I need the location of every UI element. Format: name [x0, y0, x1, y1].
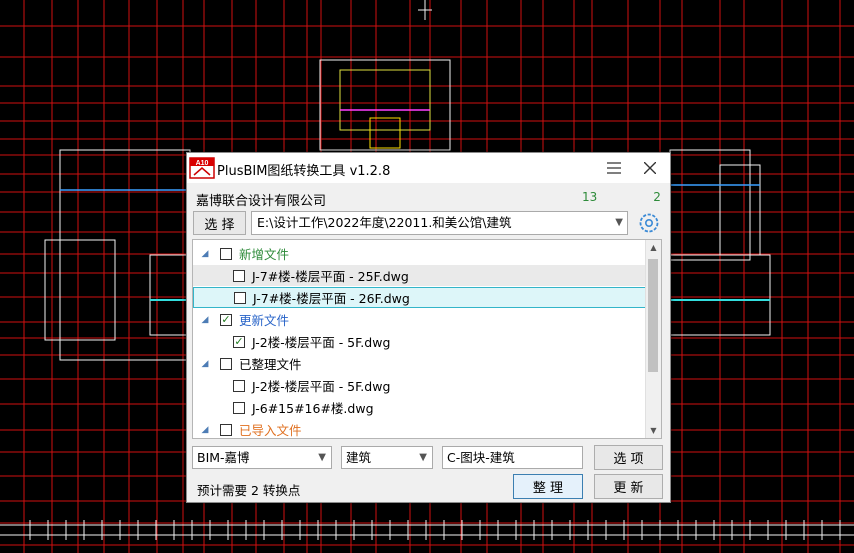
path-dropdown[interactable]: E:\设计工作\2022年度\22011.和美公馆\建筑 ▼ — [251, 211, 628, 235]
status-text: 预计需要 2 转换点 — [197, 483, 301, 498]
window-title: PlusBIM图纸转换工具 v1.2.8 — [217, 164, 391, 179]
tree-group-row[interactable]: ◢ 新增文件 — [193, 243, 647, 264]
group-label: 已整理文件 — [239, 357, 302, 372]
path-value: E:\设计工作\2022年度\22011.和美公馆\建筑 — [257, 215, 512, 230]
phone-number: 13 2 — [582, 190, 661, 204]
file-label: J-2楼-楼层平面 - 5F.dwg — [252, 379, 391, 394]
close-icon[interactable] — [637, 156, 663, 180]
project-combo-value: BIM-嘉博 — [197, 450, 250, 465]
tree-file-row[interactable]: J-6#15#16#楼.dwg — [193, 397, 647, 418]
group-label: 新增文件 — [239, 247, 290, 262]
select-folder-button[interactable]: 选 择 — [193, 211, 246, 235]
group-checkbox[interactable]: ✓ — [220, 313, 232, 326]
tree-scrollbar[interactable]: ▲ ▼ — [645, 240, 661, 438]
tree-file-row[interactable]: J-2楼-楼层平面 - 5F.dwg — [193, 375, 647, 396]
file-checkbox[interactable] — [233, 269, 245, 282]
cad-wall — [719, 164, 761, 256]
cad-elevator — [369, 117, 401, 149]
options-button[interactable]: 选 项 — [594, 445, 663, 470]
group-checkbox[interactable] — [220, 423, 232, 436]
update-button[interactable]: 更 新 — [594, 474, 663, 499]
file-label: J-7#楼-楼层平面 - 26F.dwg — [253, 291, 410, 306]
cad-wall — [149, 254, 191, 336]
scroll-thumb[interactable] — [648, 259, 658, 372]
file-checkbox[interactable] — [234, 291, 246, 304]
project-combo[interactable]: BIM-嘉博 ▼ — [192, 446, 332, 469]
file-label: J-2楼-楼层平面 - 5F.dwg — [252, 335, 391, 350]
tree-file-row[interactable]: J-7#楼-楼层平面 - 26F.dwg — [193, 287, 647, 308]
organize-button[interactable]: 整 理 — [513, 474, 583, 499]
chevron-down-icon: ▼ — [419, 452, 427, 463]
hamburger-icon[interactable] — [601, 156, 627, 180]
discipline-combo[interactable]: 建筑 ▼ — [341, 446, 433, 469]
gear-icon[interactable] — [638, 212, 660, 234]
company-name: 嘉博联合设计有限公司 — [196, 194, 327, 209]
file-checkbox[interactable] — [233, 401, 245, 414]
tree-group-row[interactable]: ◢ 已整理文件 — [193, 353, 647, 374]
discipline-combo-value: 建筑 — [346, 450, 372, 465]
expand-triangle-icon[interactable]: ◢ — [199, 315, 211, 325]
block-name-field[interactable]: C-图块-建筑 — [442, 446, 583, 469]
file-checkbox[interactable]: ✓ — [233, 335, 245, 348]
file-label: J-7#楼-楼层平面 - 25F.dwg — [252, 269, 409, 284]
file-checkbox[interactable] — [233, 379, 245, 392]
expand-triangle-icon[interactable]: ◢ — [199, 249, 211, 259]
group-checkbox[interactable] — [220, 357, 232, 370]
tree-group-row[interactable]: ◢ ✓ 更新文件 — [193, 309, 647, 330]
cad-wall — [659, 254, 771, 336]
expand-triangle-icon[interactable]: ◢ — [199, 425, 211, 435]
tree-file-row[interactable]: ✓ J-2楼-楼层平面 - 5F.dwg — [193, 331, 647, 352]
group-label: 已导入文件 — [239, 423, 302, 438]
file-label: J-6#15#16#楼.dwg — [252, 401, 374, 416]
file-tree[interactable]: ◢ 新增文件 J-7#楼-楼层平面 - 25F.dwg J-7#楼-楼层平面 - 26… — [192, 239, 662, 439]
title-bar[interactable]: A10 PlusBIM图纸转换工具 v1.2.8 — [187, 153, 670, 183]
tree-group-row[interactable]: ◢ 已导入文件 — [193, 419, 647, 438]
group-checkbox[interactable] — [220, 247, 232, 260]
group-label: 更新文件 — [239, 313, 290, 328]
chevron-down-icon: ▼ — [615, 217, 623, 228]
chevron-down-icon: ▼ — [318, 452, 326, 463]
plusbim-dialog: A10 PlusBIM图纸转换工具 v1.2.8 嘉博联合设计有限公司 13 2 … — [186, 152, 671, 503]
expand-triangle-icon[interactable]: ◢ — [199, 359, 211, 369]
svg-text:A10: A10 — [196, 160, 209, 167]
scroll-down-icon[interactable]: ▼ — [646, 423, 661, 438]
scroll-up-icon[interactable]: ▲ — [646, 240, 661, 255]
tree-file-row[interactable]: J-7#楼-楼层平面 - 25F.dwg — [193, 265, 647, 286]
app-logo-icon: A10 — [189, 157, 215, 179]
